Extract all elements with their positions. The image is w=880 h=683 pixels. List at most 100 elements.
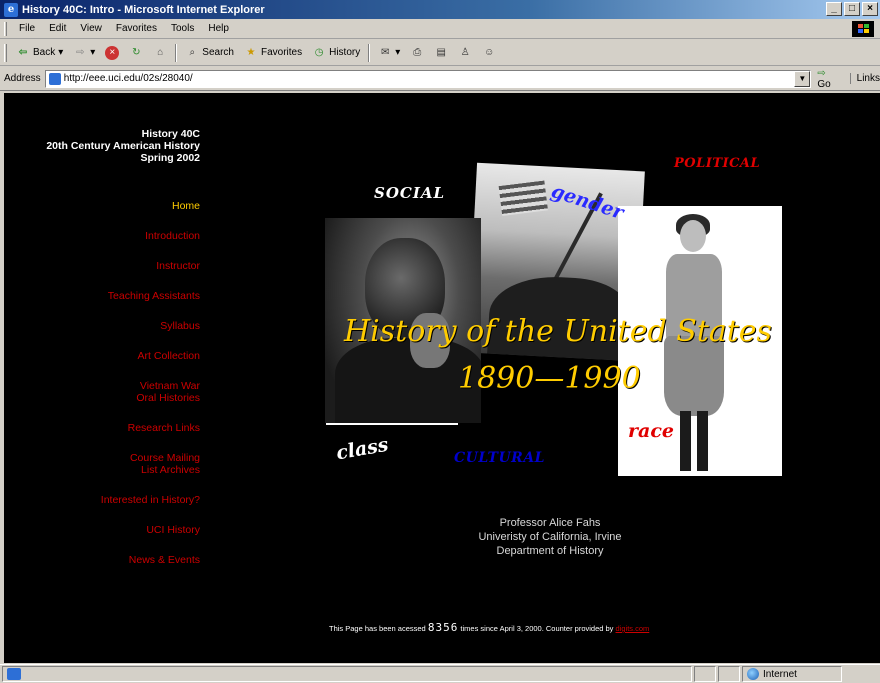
zone-label: Internet	[763, 668, 797, 680]
favorites-label: Favorites	[260, 47, 303, 58]
toolbar-separator	[175, 43, 178, 62]
woman-legs	[680, 411, 708, 471]
history-icon: ◷	[314, 46, 324, 58]
status-text-cell	[2, 666, 692, 682]
mail-icon: ✉	[381, 46, 390, 58]
nav-vietnam-war-line2[interactable]: Oral Histories	[4, 392, 200, 404]
counter-prefix: This Page has been acessed	[329, 624, 426, 633]
nav-vietnam-war-oral-histories[interactable]: Vietnam War Oral Histories	[4, 380, 200, 404]
nav-instructor[interactable]: Instructor	[4, 260, 200, 272]
dropdown-arrow-icon[interactable]: ▾	[90, 47, 95, 58]
collage-word-social: SOCIAL	[374, 184, 446, 202]
professor-name: Professor Alice Fahs	[499, 517, 601, 529]
course-name: 20th Century American History	[46, 140, 200, 152]
home-button[interactable]: ⌂	[148, 46, 172, 60]
page-icon	[48, 72, 61, 85]
favorites-button[interactable]: ★ Favorites	[239, 46, 307, 60]
status-bar: Internet	[0, 664, 880, 683]
messenger-button[interactable]: ☺	[477, 46, 501, 60]
close-button[interactable]: ×	[862, 2, 878, 16]
page-viewport: History 40C 20th Century American Histor…	[4, 93, 880, 663]
toolbar-grip[interactable]	[4, 43, 7, 62]
search-button[interactable]: ⌕ Search	[180, 46, 239, 60]
menu-view[interactable]: View	[74, 23, 110, 34]
nav-introduction[interactable]: Introduction	[4, 230, 200, 242]
home-icon: ⌂	[157, 46, 164, 58]
history-button[interactable]: ◷ History	[307, 46, 365, 60]
back-button[interactable]: ⇦ Back ▾	[11, 46, 68, 60]
window-controls: _ □ ×	[826, 2, 878, 16]
address-bar: Address http://eee.uci.edu/02s/28040/ ▼ …	[0, 67, 880, 91]
discuss-icon: ♙	[460, 46, 470, 58]
course-code: History 40C	[141, 128, 200, 140]
nav-art-collection[interactable]: Art Collection	[4, 350, 200, 362]
menu-edit[interactable]: Edit	[43, 23, 74, 34]
windows-logo-icon	[852, 21, 874, 37]
collage-word-political: POLITICAL	[674, 156, 761, 171]
nav-research-links[interactable]: Research Links	[4, 422, 200, 434]
favorites-icon: ★	[246, 46, 256, 58]
messenger-icon: ☺	[484, 46, 495, 58]
nav-course-mailing-list-archives[interactable]: Course Mailing List Archives	[4, 452, 200, 476]
maximize-button[interactable]: □	[844, 2, 860, 16]
menu-favorites[interactable]: Favorites	[110, 23, 165, 34]
menu-tools[interactable]: Tools	[165, 23, 202, 34]
nav-course-mailing-line1[interactable]: Course Mailing	[4, 452, 200, 464]
refresh-icon: ↻	[132, 46, 141, 58]
course-term: Spring 2002	[140, 152, 200, 164]
minimize-button[interactable]: _	[826, 2, 842, 16]
nav-teaching-assistants[interactable]: Teaching Assistants	[4, 290, 200, 302]
back-label: Back	[33, 47, 56, 58]
refresh-button[interactable]: ↻	[124, 46, 148, 60]
address-dropdown-button[interactable]: ▼	[794, 70, 811, 87]
standard-toolbar: ⇦ Back ▾ ⇨ ▾ × ↻ ⌂ ⌕ Search ★ Favorites …	[0, 40, 880, 66]
discuss-button[interactable]: ♙	[453, 46, 477, 60]
stop-button[interactable]: ×	[100, 45, 124, 60]
collage-main-title: History of the United States	[344, 314, 772, 349]
nav-news-events[interactable]: News & Events	[4, 554, 200, 566]
toolbar-separator	[368, 43, 371, 62]
status-cell	[694, 666, 716, 682]
nav-course-mailing-line2[interactable]: List Archives	[4, 464, 200, 476]
print-button[interactable]: ⎙	[405, 46, 429, 60]
counter-middle: times since April 3, 2000. Counter provi…	[460, 624, 614, 633]
menu-file[interactable]: File	[13, 23, 43, 34]
toolbar-grip[interactable]	[4, 21, 7, 36]
window-titlebar: e History 40C: Intro - Microsoft Interne…	[0, 0, 880, 19]
address-url[interactable]: http://eee.uci.edu/02s/28040/	[64, 73, 193, 84]
stop-icon: ×	[105, 45, 120, 60]
nav-uci-history[interactable]: UCI History	[4, 524, 200, 536]
edit-icon: ▤	[436, 46, 446, 58]
links-button[interactable]: Links	[849, 73, 880, 84]
american-flag	[498, 180, 548, 216]
site-navigation: Home Introduction Instructor Teaching As…	[4, 200, 200, 566]
go-label: Go	[817, 78, 831, 90]
address-input[interactable]: http://eee.uci.edu/02s/28040/ ▼	[44, 69, 812, 88]
nav-syllabus[interactable]: Syllabus	[4, 320, 200, 332]
dropdown-arrow-icon[interactable]: ▾	[58, 47, 63, 58]
professor-info: Professor Alice Fahs Univeristy of Calif…	[444, 516, 656, 558]
dropdown-arrow-icon[interactable]: ▾	[395, 47, 400, 58]
nav-vietnam-war-line1[interactable]: Vietnam War	[4, 380, 200, 392]
woman-head	[680, 220, 706, 252]
page-done-icon	[7, 668, 21, 680]
university-name: Univeristy of California, Irvine	[478, 531, 622, 543]
go-button[interactable]: ⇨ Go	[817, 68, 841, 90]
nav-interested-in-history[interactable]: Interested in History?	[4, 494, 200, 506]
nav-home[interactable]: Home	[4, 200, 200, 212]
department-name: Department of History	[496, 545, 604, 557]
security-zone: Internet	[742, 666, 842, 682]
back-arrow-icon: ⇦	[18, 46, 28, 58]
collage-word-class: class	[334, 433, 391, 465]
collage-divider	[326, 423, 458, 425]
ie-icon: e	[4, 2, 18, 17]
edit-button[interactable]: ▤	[429, 46, 453, 60]
history-label: History	[329, 47, 361, 58]
counter-provider-link[interactable]: digits.com	[616, 624, 650, 633]
mail-button[interactable]: ✉ ▾	[373, 46, 405, 60]
menu-help[interactable]: Help	[202, 23, 237, 34]
address-label: Address	[4, 73, 41, 84]
search-label: Search	[202, 47, 234, 58]
print-icon: ⎙	[413, 46, 422, 58]
forward-button[interactable]: ⇨ ▾	[68, 46, 100, 60]
